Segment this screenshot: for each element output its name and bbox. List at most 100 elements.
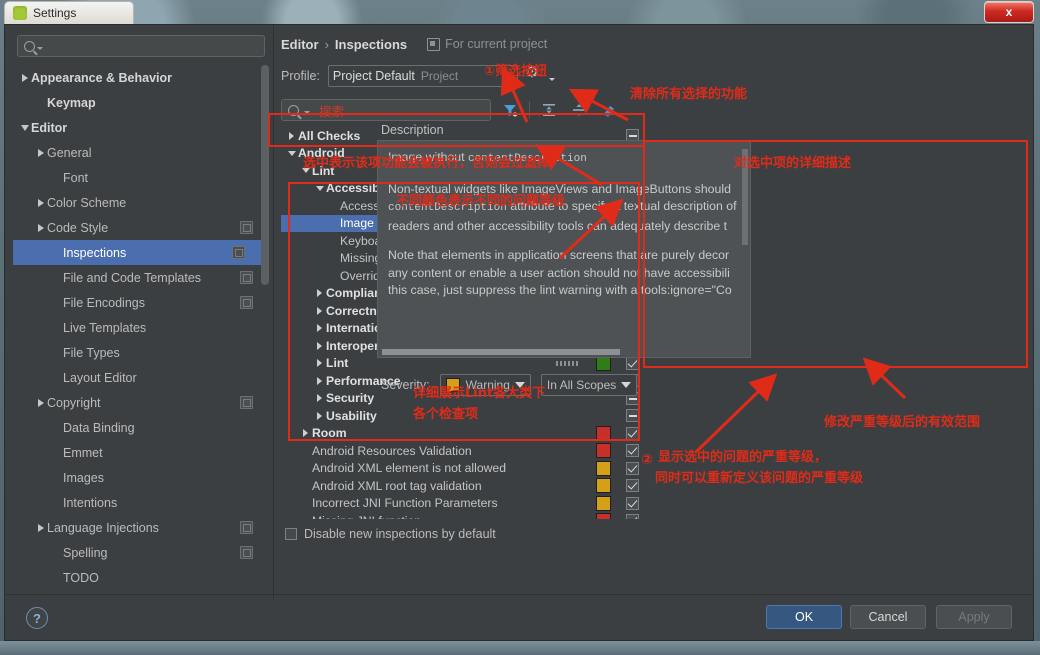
tree-row-label: Room [312, 426, 347, 441]
copy-settings-icon [240, 521, 253, 534]
chevron-down-icon [514, 382, 525, 388]
description-vscrollbar-thumb[interactable] [742, 149, 748, 245]
tree-row-checkbox[interactable] [626, 514, 639, 519]
sidebar-item-font[interactable]: Font [13, 165, 273, 190]
tree-row[interactable]: Android XML root tag validation [281, 477, 643, 495]
sidebar-item-general[interactable]: General [13, 140, 273, 165]
disable-new-inspections-checkbox[interactable] [285, 528, 297, 540]
window-tab[interactable]: Settings [4, 1, 134, 24]
scope-select[interactable]: In All Scopes [540, 374, 638, 396]
tree-row-checkbox[interactable] [626, 444, 639, 458]
tree-row-label: Incorrect JNI Function Parameters [312, 496, 498, 511]
tree-row-label: All Checks [298, 128, 361, 143]
filter-icon[interactable] [499, 100, 521, 120]
chevron-right-icon [35, 523, 47, 532]
chevron-down-icon [285, 150, 298, 156]
sidebar-item-file-encodings[interactable]: File Encodings [13, 290, 273, 315]
description-para3-b: any content or enable a user action shou… [388, 265, 730, 280]
chevron-down-icon [501, 73, 512, 79]
dialog-footer: ? OK Cancel Apply [6, 594, 1032, 639]
sidebar-item-label: File Types [63, 345, 120, 360]
sidebar-item-label: Images [63, 470, 104, 485]
sidebar-item-label: Data Binding [63, 420, 135, 435]
sidebar-item-spelling[interactable]: Spelling [13, 540, 273, 565]
tree-row-label: Android XML root tag validation [312, 478, 482, 493]
chevron-down-icon[interactable] [548, 77, 555, 81]
sidebar-item-intentions[interactable]: Intentions [13, 490, 273, 515]
expand-all-icon[interactable] [538, 100, 560, 120]
tree-row[interactable]: Android XML element is not allowed [281, 460, 643, 478]
sidebar-item-copyright[interactable]: Copyright [13, 390, 273, 415]
sidebar-item-label: Appearance & Behavior [31, 70, 173, 85]
severity-select[interactable]: Warning [439, 374, 531, 396]
cancel-button[interactable]: Cancel [850, 605, 926, 629]
ok-button[interactable]: OK [766, 605, 842, 629]
sidebar-item-keymap[interactable]: Keymap [13, 90, 273, 115]
settings-window: Settings x Appearance & Behavior Keymap Ed… [0, 0, 1040, 645]
sidebar-item-appearance-behavior[interactable]: Appearance & Behavior [13, 65, 273, 90]
tree-row[interactable]: Missing JNI function [281, 512, 643, 519]
description-header: Description [381, 123, 444, 137]
copy-settings-icon [232, 246, 245, 259]
severity-color-swatch [596, 513, 611, 519]
gear-icon[interactable] [525, 65, 540, 83]
sidebar-item-file-and-code-templates[interactable]: File and Code Templates [13, 265, 273, 290]
sidebar-item-todo[interactable]: TODO [13, 565, 273, 590]
sidebar-item-live-templates[interactable]: Live Templates [13, 315, 273, 340]
severity-value: Warning [465, 378, 510, 392]
tree-row[interactable]: Android Resources Validation [281, 442, 643, 460]
breadcrumb-parent[interactable]: Editor [281, 37, 319, 52]
resize-grip[interactable] [556, 361, 580, 366]
inspection-toolbar: 搜索 [277, 99, 1029, 121]
sidebar-scrollbar-thumb[interactable] [261, 65, 269, 285]
severity-row: Severity: Warning In All Scopes [377, 374, 759, 396]
description-para-3: Note that elements in application screen… [388, 247, 740, 300]
sidebar-item-inspections[interactable]: Inspections [13, 240, 265, 265]
description-hscrollbar-thumb[interactable] [382, 349, 620, 355]
collapse-all-icon[interactable] [568, 100, 590, 120]
description-text[interactable]: Image without contentDescription Non-tex… [377, 140, 751, 358]
sidebar-item-images[interactable]: Images [13, 465, 273, 490]
tree-row-checkbox[interactable] [626, 461, 639, 475]
sidebar-search-input[interactable] [17, 35, 265, 57]
sidebar-item-label: Code Style [47, 220, 109, 235]
project-icon [427, 37, 441, 51]
sidebar-item-emmet[interactable]: Emmet [13, 440, 273, 465]
sidebar-item-file-types[interactable]: File Types [13, 340, 273, 365]
profile-label: Profile: [281, 69, 320, 83]
chevron-down-icon [313, 185, 326, 191]
search-input[interactable]: 搜索 [281, 99, 491, 121]
sidebar-item-language-injections[interactable]: Language Injections [13, 515, 273, 540]
toolbar-divider [529, 101, 530, 119]
sidebar-item-color-scheme[interactable]: Color Scheme [13, 190, 273, 215]
chevron-right-icon [313, 394, 326, 403]
tree-row-checkbox[interactable] [626, 496, 639, 510]
profile-row: Profile: Project Default Project [277, 65, 1029, 87]
chevron-right-icon [313, 324, 326, 333]
chevron-down-icon [37, 46, 43, 50]
sidebar-item-editor[interactable]: Editor [13, 115, 273, 140]
description-title: Image without contentDescription [388, 149, 740, 169]
reset-to-defaults-icon[interactable] [598, 100, 620, 120]
disable-new-inspections-row[interactable]: Disable new inspections by default [285, 527, 1029, 541]
sidebar-item-layout-editor[interactable]: Layout Editor [13, 365, 273, 390]
sidebar-item-label: File and Code Templates [63, 270, 202, 285]
disable-new-inspections-label: Disable new inspections by default [304, 527, 496, 541]
profile-select[interactable]: Project Default Project [327, 65, 518, 87]
tree-row-checkbox[interactable] [626, 479, 639, 493]
apply-button[interactable]: Apply [936, 605, 1012, 629]
sidebar-divider [273, 25, 274, 600]
sidebar-item-code-style[interactable]: Code Style [13, 215, 273, 240]
sidebar-item-data-binding[interactable]: Data Binding [13, 415, 273, 440]
severity-color-swatch [596, 495, 611, 511]
description-para3-c: this case, just suppress the lint warnin… [388, 283, 732, 297]
help-button[interactable]: ? [26, 607, 48, 629]
chevron-down-icon [304, 110, 310, 114]
profile-value-suffix: Project [420, 69, 459, 83]
tree-row[interactable]: Incorrect JNI Function Parameters [281, 495, 643, 513]
search-icon [24, 40, 35, 52]
sidebar-item-label: Intentions [63, 495, 118, 510]
severity-color-swatch [596, 460, 611, 476]
close-icon[interactable]: x [984, 1, 1034, 23]
chevron-right-icon [35, 198, 47, 207]
